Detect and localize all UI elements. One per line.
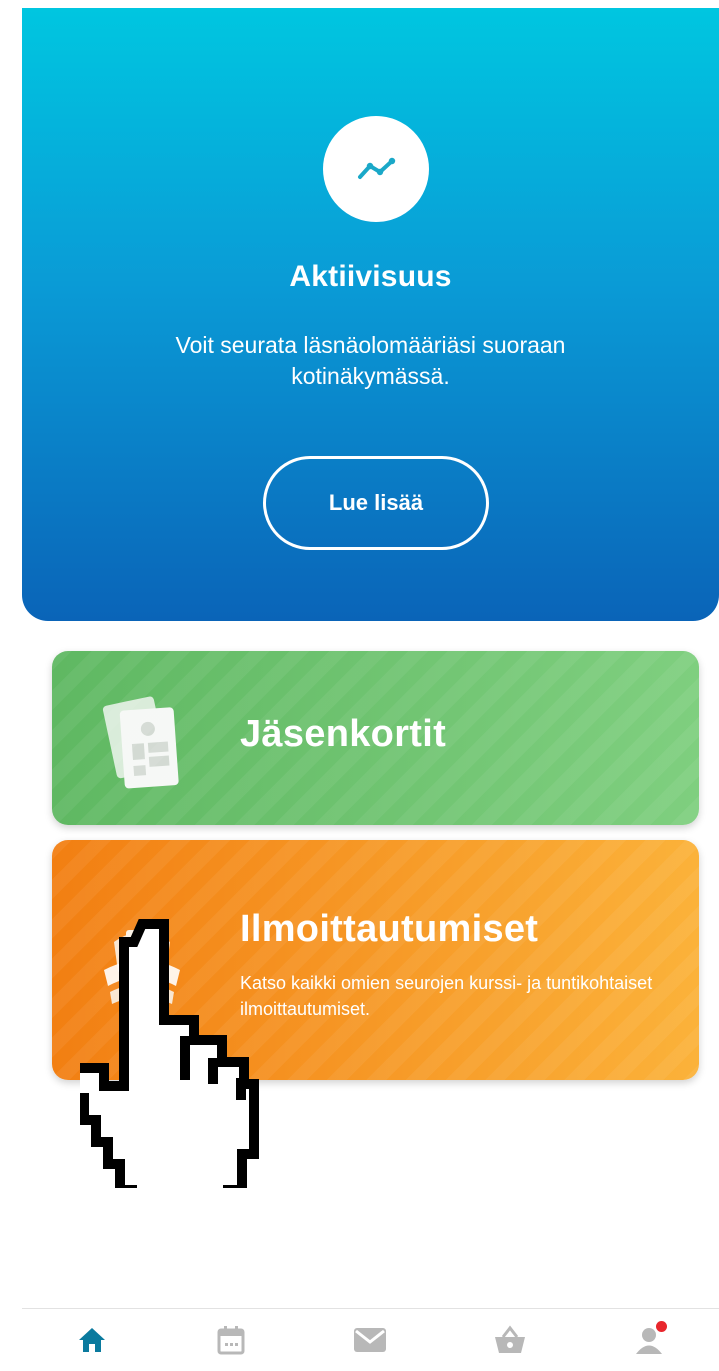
read-more-button[interactable]: Lue lisää xyxy=(263,456,489,550)
member-cards-tile[interactable]: Jäsenkortit xyxy=(52,651,699,825)
basket-icon xyxy=(494,1325,525,1353)
nav-shop[interactable] xyxy=(480,1315,540,1365)
nav-profile[interactable] xyxy=(619,1315,679,1365)
registrations-tile[interactable]: Ilmoittautumiset Katso kaikki omien seur… xyxy=(52,840,699,1080)
nav-messages[interactable] xyxy=(340,1315,400,1365)
nav-home[interactable] xyxy=(62,1315,122,1365)
registrations-icon xyxy=(92,912,192,1022)
hero-description: Voit seurata läsnäolomääriäsi suoraan ko… xyxy=(175,332,566,389)
hero-title: Aktiivisuus xyxy=(289,260,452,293)
home-icon xyxy=(78,1328,105,1352)
bottom-navigation xyxy=(22,1308,719,1371)
tile-subtitle: Katso kaikki omien seurojen kurssi- ja t… xyxy=(240,973,653,1019)
calendar-icon xyxy=(217,1326,245,1355)
tile-title: Jäsenkortit xyxy=(240,713,447,755)
activity-hero-card: Aktiivisuus Voit seurata läsnäolomääriäs… xyxy=(22,8,719,621)
mail-icon xyxy=(354,1328,387,1352)
tile-title: Ilmoittautumiset xyxy=(240,908,539,950)
notification-badge xyxy=(656,1321,668,1332)
activity-trend-icon xyxy=(323,116,429,222)
nav-calendar[interactable] xyxy=(201,1315,261,1365)
member-card-icon xyxy=(92,685,192,795)
